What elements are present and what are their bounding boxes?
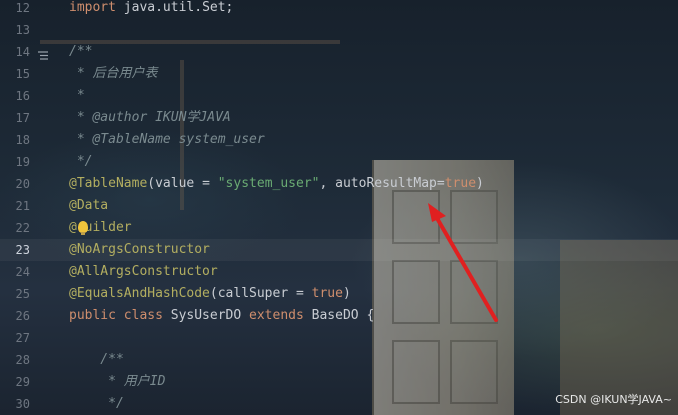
red-arrow-annotation [428, 203, 498, 322]
csdn-watermark: CSDN @IKUN学JAVA~ [555, 393, 672, 406]
